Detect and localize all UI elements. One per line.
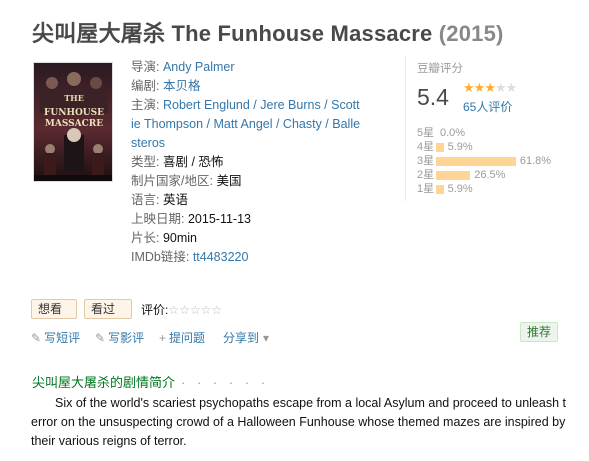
dist-bar: [436, 185, 444, 194]
rating-distribution: 5星 0.0% 4星 5.9% 3星 61.8% 2星 26.5% 1星 5.9…: [417, 126, 567, 196]
release-label: 上映日期:: [131, 212, 185, 226]
cast-label: 主演:: [131, 98, 160, 112]
poster-headline-2: FUNHOUSE: [44, 108, 104, 118]
runtime-value: 90min: [162, 231, 198, 245]
imdb-link[interactable]: tt4483220: [193, 250, 249, 264]
poster-image: THE FUNHOUSE MASSACRE: [34, 63, 112, 181]
pencil-icon: ✎: [31, 331, 42, 345]
cast-row-cont: ie Thompson / Matt Angel / Chasty / Ball…: [131, 115, 361, 134]
synopsis-title: 尖叫屋大屠杀的剧情简介: [32, 375, 176, 390]
synopsis-line: their various reigns of terror.: [31, 434, 187, 448]
dist-pct: 61.8%: [519, 155, 552, 167]
plus-icon: +: [159, 331, 167, 345]
page-title: 尖叫屋大屠杀 The Funhouse Massacre (2015): [32, 16, 504, 48]
writer-label: 编剧:: [131, 79, 160, 93]
poster-headline-3: MASSACRE: [45, 119, 103, 129]
dist-row: 4星 5.9%: [417, 140, 567, 154]
star-icon: ★: [463, 80, 475, 95]
dist-row: 1星 5.9%: [417, 182, 567, 196]
writer-link[interactable]: 本贝格: [163, 79, 201, 93]
dist-bar: [436, 143, 444, 152]
dist-row: 2星 26.5%: [417, 168, 567, 182]
ask-question-label: 提问题: [169, 331, 206, 345]
movie-poster[interactable]: THE FUNHOUSE MASSACRE: [33, 62, 113, 182]
watched-button[interactable]: 看过: [84, 299, 132, 319]
movie-year: (2015): [438, 21, 504, 46]
write-short-review-label: 写短评: [44, 331, 81, 345]
rating-stars: ★★★★★: [463, 80, 518, 96]
genre-value: 喜剧 / 恐怖: [162, 155, 224, 169]
dist-row: 3星 61.8%: [417, 154, 567, 168]
write-review-link[interactable]: ✎ 写影评: [95, 329, 144, 346]
writer-row: 编剧: 本贝格: [131, 77, 361, 96]
share-dropdown[interactable]: 分享到 ▾: [223, 329, 272, 346]
dist-star-label: 4星: [417, 141, 435, 153]
director-link[interactable]: Andy Palmer: [163, 60, 235, 74]
movie-info: 导演: Andy Palmer 编剧: 本贝格 主演: Robert Englu…: [131, 58, 361, 267]
imdb-row: IMDb链接: tt4483220: [131, 248, 361, 267]
dist-pct: 5.9%: [447, 141, 473, 153]
release-row: 上映日期: 2015-11-13: [131, 210, 361, 229]
cast-link[interactable]: Robert Englund / Jere Burns / Scott: [163, 98, 360, 112]
dist-star-label: 2星: [417, 169, 435, 181]
dist-row: 5星 0.0%: [417, 126, 567, 140]
cast-row-cont-2: steros: [131, 134, 361, 153]
language-row: 语言: 英语: [131, 191, 361, 210]
chevron-down-icon: ▾: [263, 331, 270, 345]
runtime-label: 片长:: [131, 231, 160, 245]
dist-pct: 5.9%: [447, 183, 473, 195]
release-value: 2015-11-13: [187, 212, 251, 226]
genre-label: 类型:: [131, 155, 160, 169]
synopsis-dots: · · · · · ·: [181, 375, 270, 390]
dist-pct: 0.0%: [440, 127, 466, 139]
my-rating: 评价:☆☆☆☆☆: [141, 301, 222, 318]
dist-bar: [436, 157, 516, 166]
share-label: 分享到: [223, 331, 260, 345]
star-empty-icon: ★: [494, 80, 507, 95]
dist-star-label: 3星: [417, 155, 435, 167]
star-empty-icon: ★: [505, 80, 518, 95]
country-row: 制片国家/地区: 美国: [131, 172, 361, 191]
poster-headline-1: THE: [64, 93, 84, 103]
director-label: 导演:: [131, 60, 160, 74]
synopsis-line: error on the unsuspecting crowd of a Hal…: [31, 415, 566, 429]
country-value: 美国: [216, 174, 242, 188]
language-value: 英语: [162, 193, 188, 207]
dist-star-label: 5星: [417, 127, 435, 139]
imdb-label: IMDb链接:: [131, 250, 190, 264]
runtime-row: 片长: 90min: [131, 229, 361, 248]
write-review-label: 写影评: [108, 331, 145, 345]
star-icon: ★: [484, 80, 496, 95]
pencil-icon: ✎: [95, 331, 106, 345]
rating-divider: [405, 56, 406, 201]
dist-pct: 26.5%: [474, 169, 506, 181]
want-to-watch-button[interactable]: 想看: [31, 299, 77, 319]
recommend-button[interactable]: 推荐: [520, 322, 558, 342]
synopsis-heading: 尖叫屋大屠杀的剧情简介 · · · · · ·: [32, 372, 269, 391]
votes-link[interactable]: 65人评价: [463, 98, 512, 115]
dist-bar: [436, 171, 471, 180]
cast-link-3[interactable]: steros: [131, 136, 165, 150]
country-label: 制片国家/地区:: [131, 174, 213, 188]
synopsis-line: Six of the world's scariest psychopaths …: [55, 396, 566, 410]
ask-question-link[interactable]: + 提问题: [159, 329, 205, 346]
cast-row: 主演: Robert Englund / Jere Burns / Scott: [131, 96, 361, 115]
language-label: 语言:: [131, 193, 160, 207]
my-rating-label: 评价:: [141, 303, 169, 317]
synopsis-text: Six of the world's scariest psychopaths …: [31, 394, 569, 451]
genre-row: 类型: 喜剧 / 恐怖: [131, 153, 361, 172]
cast-link-2[interactable]: ie Thompson / Matt Angel / Chasty / Ball…: [131, 117, 360, 131]
rate-stars-input[interactable]: ☆☆☆☆☆: [168, 303, 222, 317]
director-row: 导演: Andy Palmer: [131, 58, 361, 77]
rating-score: 5.4: [417, 84, 449, 110]
movie-title: 尖叫屋大屠杀 The Funhouse Massacre: [32, 21, 433, 46]
star-icon: ★: [473, 80, 486, 95]
dist-star-label: 1星: [417, 183, 435, 195]
rating-label: 豆瓣评分: [417, 63, 463, 75]
write-short-review-link[interactable]: ✎ 写短评: [31, 329, 80, 346]
